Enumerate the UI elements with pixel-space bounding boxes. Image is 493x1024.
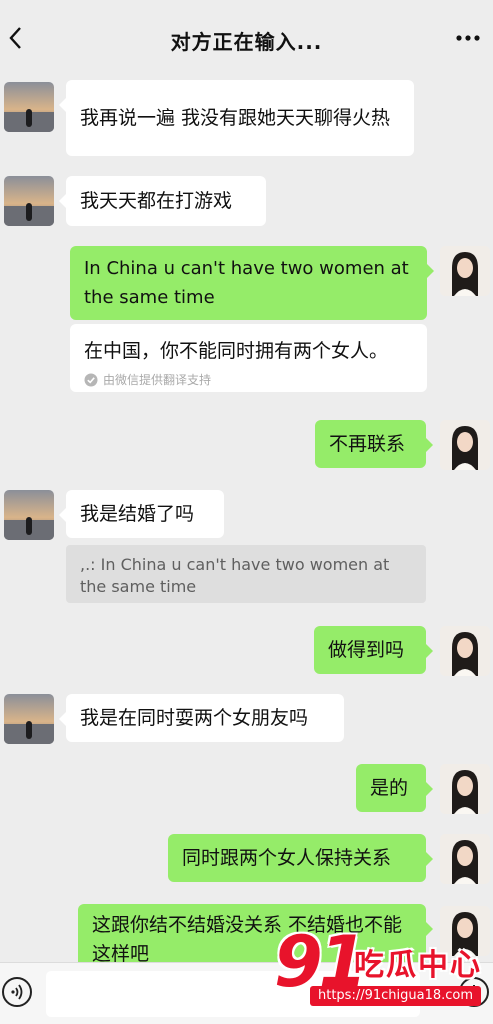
check-circle-icon bbox=[84, 373, 98, 386]
self-avatar[interactable] bbox=[440, 764, 490, 814]
chat-screen: 对方正在输入... 我再说一遍 我没有跟她天天聊得火热 我天天都在打游戏 In … bbox=[0, 0, 493, 1024]
watermark-name: 吃瓜中心 bbox=[354, 948, 482, 983]
message-text: 我是在同时耍两个女朋友吗 bbox=[80, 706, 309, 729]
message-text: 我再说一遍 我没有跟她天天聊得火热 bbox=[80, 106, 391, 129]
translation-text: 在中国，你不能同时拥有两个女人。 bbox=[84, 340, 389, 362]
message-text: 不再联系 bbox=[329, 432, 406, 455]
quoted-message[interactable]: ,.: In China u can't have two women at t… bbox=[66, 545, 426, 603]
contact-avatar[interactable] bbox=[4, 694, 54, 744]
message-text: 我天天都在打游戏 bbox=[80, 189, 233, 212]
message-text: 做得到吗 bbox=[328, 638, 405, 661]
watermark-logo: 91 吃瓜中心 https://91chigua18.com bbox=[274, 922, 493, 1014]
quote-text: ,.: In China u can't have two women at t… bbox=[80, 555, 390, 596]
translation-source: 由微信提供翻译支持 bbox=[84, 371, 413, 388]
message-text: 是的 bbox=[370, 776, 409, 799]
watermark-url: https://91chigua18.com bbox=[310, 986, 482, 1006]
message-bubble-sent[interactable]: 同时跟两个女人保持关系 bbox=[168, 834, 433, 882]
translation-source-text: 由微信提供翻译支持 bbox=[103, 373, 212, 387]
message-bubble-sent[interactable]: 不再联系 bbox=[315, 420, 433, 468]
self-avatar[interactable] bbox=[440, 834, 490, 884]
message-bubble-sent[interactable]: 是的 bbox=[356, 764, 433, 812]
message-bubble-received[interactable]: 我再说一遍 我没有跟她天天聊得火热 bbox=[59, 80, 414, 156]
message-bubble-sent[interactable]: 做得到吗 bbox=[314, 626, 433, 674]
message-bubble-sent[interactable]: In China u can't have two women at the s… bbox=[70, 246, 434, 320]
message-text: 我是结婚了吗 bbox=[80, 502, 195, 525]
voice-wave-icon bbox=[11, 984, 23, 1000]
self-avatar[interactable] bbox=[440, 420, 490, 470]
chat-title: 对方正在输入... bbox=[170, 30, 323, 54]
chat-header: 对方正在输入... bbox=[0, 0, 493, 78]
message-text: 同时跟两个女人保持关系 bbox=[182, 846, 392, 869]
message-bubble-received[interactable]: 我是结婚了吗 bbox=[59, 490, 224, 538]
self-avatar[interactable] bbox=[440, 626, 490, 676]
self-avatar[interactable] bbox=[440, 246, 490, 296]
voice-icon[interactable] bbox=[2, 977, 32, 1007]
more-dots-icon[interactable] bbox=[455, 34, 481, 42]
message-bubble-received[interactable]: 我天天都在打游戏 bbox=[59, 176, 266, 226]
contact-avatar[interactable] bbox=[4, 490, 54, 540]
message-bubble-received[interactable]: 我是在同时耍两个女朋友吗 bbox=[59, 694, 344, 742]
contact-avatar[interactable] bbox=[4, 176, 54, 226]
contact-avatar[interactable] bbox=[4, 82, 54, 132]
message-text: In China u can't have two women at the s… bbox=[84, 258, 409, 308]
translation-block[interactable]: 在中国，你不能同时拥有两个女人。 由微信提供翻译支持 bbox=[70, 324, 427, 392]
